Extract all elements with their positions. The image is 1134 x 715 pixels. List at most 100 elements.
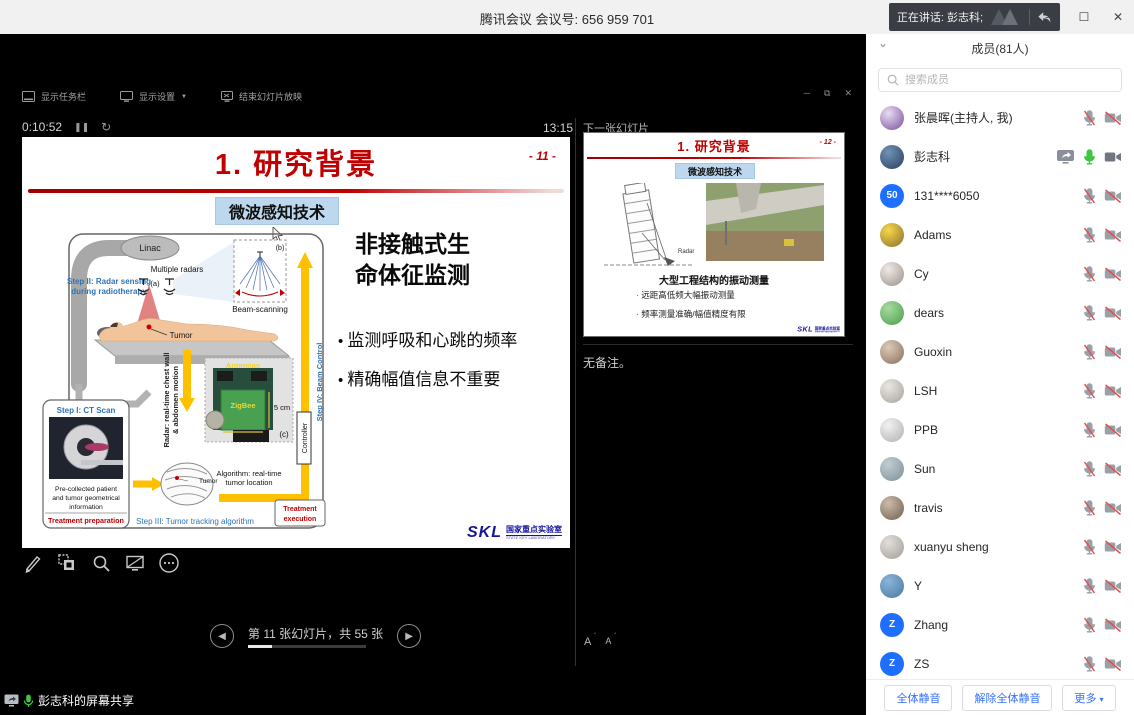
pen-tool-icon[interactable] bbox=[22, 552, 44, 574]
more-button[interactable]: 更多 ▾ bbox=[1062, 685, 1115, 711]
mic-icon[interactable] bbox=[1083, 266, 1096, 282]
mic-icon[interactable] bbox=[1083, 461, 1096, 477]
camera-icon[interactable] bbox=[1104, 618, 1122, 632]
timer-value: 0:10:52 bbox=[22, 120, 62, 134]
camera-icon[interactable] bbox=[1104, 189, 1122, 203]
end-slideshow-button[interactable]: 结束幻灯片放映 bbox=[221, 90, 302, 103]
preview-caption: 大型工程结构的振动测量 bbox=[584, 272, 844, 287]
camera-icon[interactable] bbox=[1104, 306, 1122, 320]
title-rule bbox=[587, 157, 841, 159]
slide-position-label: 第 11 张幻灯片，共 55 张 bbox=[248, 625, 383, 642]
mic-icon[interactable] bbox=[1083, 344, 1096, 360]
member-row[interactable]: Cy bbox=[866, 254, 1134, 293]
member-row[interactable]: Z ZS bbox=[866, 644, 1134, 680]
camera-icon[interactable] bbox=[1104, 111, 1122, 125]
presenter-window-controls: ─ ⧉ ✕ bbox=[804, 88, 852, 99]
members-panel: ⌄ 成员(81人) 张晨晖(主持人, 我) 彭志科 bbox=[866, 34, 1134, 715]
presenter-minimize-icon[interactable]: ─ bbox=[804, 88, 810, 99]
slide-progress-fill bbox=[248, 645, 272, 648]
mic-icon[interactable] bbox=[1083, 617, 1096, 633]
member-row[interactable]: Z Zhang bbox=[866, 605, 1134, 644]
mic-icon[interactable] bbox=[1083, 383, 1096, 399]
camera-icon[interactable] bbox=[1104, 657, 1122, 671]
camera-icon[interactable] bbox=[1104, 462, 1122, 476]
tencent-meeting-window: 腾讯会议 会议号: 656 959 701 正在讲话: 彭志科; ─ ☐ ✕ 显… bbox=[0, 0, 1134, 715]
avatar-initial: Z bbox=[889, 619, 895, 630]
black-screen-icon[interactable] bbox=[124, 552, 146, 574]
member-row[interactable]: LSH bbox=[866, 371, 1134, 410]
svg-text:tumor location: tumor location bbox=[225, 478, 272, 487]
camera-icon[interactable] bbox=[1104, 540, 1122, 554]
avatar bbox=[880, 418, 904, 442]
member-search[interactable] bbox=[878, 68, 1122, 92]
member-row[interactable]: PPB bbox=[866, 410, 1134, 449]
camera-icon[interactable] bbox=[1104, 228, 1122, 242]
show-taskbar-button[interactable]: 显示任务栏 bbox=[22, 90, 86, 103]
mic-icon[interactable] bbox=[1083, 110, 1096, 126]
minimize-button[interactable]: ─ bbox=[1040, 10, 1060, 24]
display-icon bbox=[120, 91, 133, 102]
mic-icon[interactable] bbox=[1083, 422, 1096, 438]
display-settings-button[interactable]: 显示设置 ▼ bbox=[120, 90, 187, 103]
member-row[interactable]: 50 131****6050 bbox=[866, 176, 1134, 215]
camera-icon[interactable] bbox=[1104, 150, 1122, 164]
restart-timer-icon[interactable]: ↻ bbox=[101, 120, 111, 134]
svg-text:ZigBee: ZigBee bbox=[230, 401, 255, 410]
zoom-tool-icon[interactable] bbox=[90, 552, 112, 574]
share-footer: 彭志科的屏幕共享 bbox=[4, 692, 134, 709]
pause-timer-icon[interactable]: ❚❚ bbox=[74, 122, 89, 133]
member-row[interactable]: 彭志科 bbox=[866, 137, 1134, 176]
members-count-title: 成员(81人) bbox=[866, 40, 1134, 57]
previous-slide-button[interactable]: ◀ bbox=[210, 624, 234, 648]
maximize-button[interactable]: ☐ bbox=[1074, 10, 1094, 24]
avatar bbox=[880, 301, 904, 325]
member-row[interactable]: Y bbox=[866, 566, 1134, 605]
presenter-restore-icon[interactable]: ⧉ bbox=[824, 88, 830, 99]
font-increase-button[interactable]: A bbox=[584, 636, 591, 648]
mic-icon[interactable] bbox=[1083, 500, 1096, 516]
camera-icon[interactable] bbox=[1104, 423, 1122, 437]
mic-icon[interactable] bbox=[1083, 578, 1096, 594]
presenter-close-icon[interactable]: ✕ bbox=[844, 88, 852, 99]
next-slide-preview[interactable]: 1. 研究背景 - 12 - 微波感知技术 Radar bbox=[583, 132, 845, 337]
svg-text:Radar: Radar bbox=[678, 249, 694, 255]
ribcage-sketch: Tumor bbox=[161, 463, 218, 505]
member-row[interactable]: travis bbox=[866, 488, 1134, 527]
skl-logo: SKL 国家重点实验室STATE KEY LABORATORY bbox=[797, 326, 840, 334]
font-decrease-button[interactable]: A bbox=[605, 636, 611, 648]
next-slide-button[interactable]: ▶ bbox=[397, 624, 421, 648]
mic-icon[interactable] bbox=[1083, 305, 1096, 321]
camera-icon[interactable] bbox=[1104, 501, 1122, 515]
member-row[interactable]: Sun bbox=[866, 449, 1134, 488]
close-button[interactable]: ✕ bbox=[1108, 10, 1128, 24]
mute-all-button[interactable]: 全体静音 bbox=[884, 685, 952, 711]
all-slides-icon[interactable] bbox=[56, 552, 78, 574]
member-name: 彭志科 bbox=[914, 148, 1056, 165]
member-name: Zhang bbox=[914, 618, 1083, 632]
more-options-icon[interactable] bbox=[158, 552, 180, 574]
member-row[interactable]: Adams bbox=[866, 215, 1134, 254]
mic-icon[interactable] bbox=[1083, 149, 1096, 165]
member-row[interactable]: xuanyu sheng bbox=[866, 527, 1134, 566]
svg-text:(a): (a) bbox=[150, 279, 160, 288]
mic-icon[interactable] bbox=[1083, 188, 1096, 204]
mic-icon[interactable] bbox=[1083, 656, 1096, 672]
member-name: dears bbox=[914, 306, 1083, 320]
bridge-photo bbox=[706, 183, 824, 261]
svg-text:(c): (c) bbox=[279, 430, 289, 439]
mic-icon[interactable] bbox=[1083, 227, 1096, 243]
mic-icon[interactable] bbox=[1083, 539, 1096, 555]
member-search-input[interactable] bbox=[905, 74, 1113, 86]
unmute-all-button[interactable]: 解除全体静音 bbox=[962, 685, 1052, 711]
svg-text:5 cm: 5 cm bbox=[274, 403, 290, 412]
camera-icon[interactable] bbox=[1104, 345, 1122, 359]
member-row[interactable]: 张晨晖(主持人, 我) bbox=[866, 98, 1134, 137]
camera-icon[interactable] bbox=[1104, 579, 1122, 593]
camera-icon[interactable] bbox=[1104, 384, 1122, 398]
member-row[interactable]: dears bbox=[866, 293, 1134, 332]
member-name: LSH bbox=[914, 384, 1083, 398]
member-name: Y bbox=[914, 579, 1083, 593]
camera-icon[interactable] bbox=[1104, 267, 1122, 281]
member-row[interactable]: Guoxin bbox=[866, 332, 1134, 371]
linac-label: Linac bbox=[139, 243, 161, 253]
